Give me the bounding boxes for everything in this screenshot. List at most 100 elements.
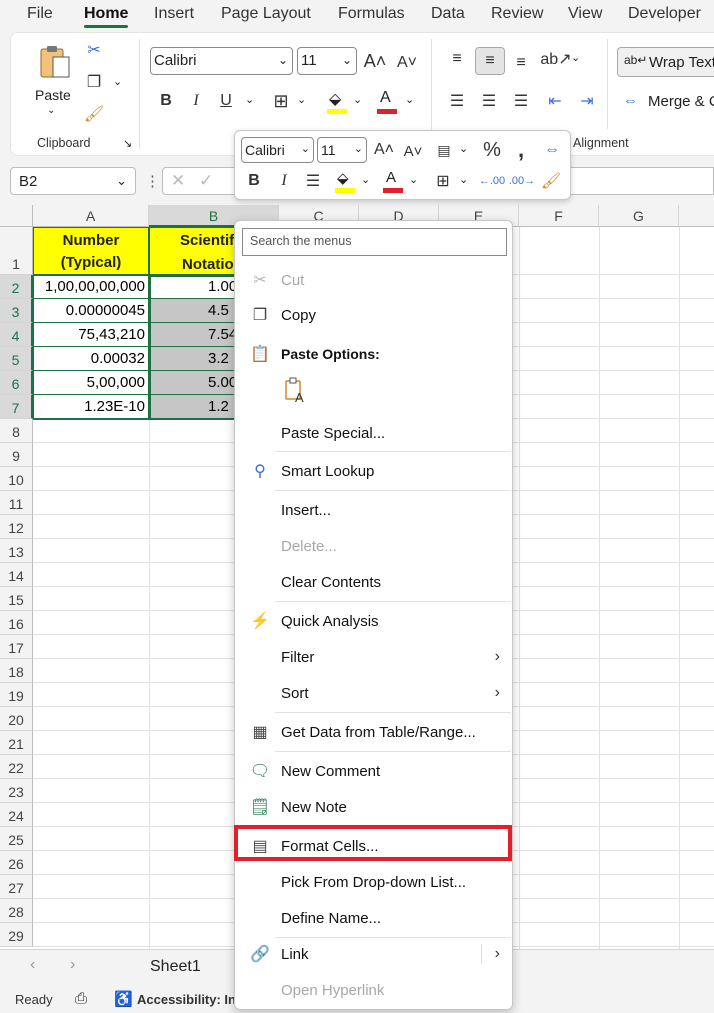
menu-item-open-hyperlink[interactable]: Open Hyperlink [235,975,512,1005]
paste-text-only-icon[interactable]: A [283,377,309,405]
underline-icon[interactable]: U [215,89,237,113]
fill-color-icon[interactable]: ⬙ [325,89,349,115]
percent-style-icon[interactable]: % [479,138,505,162]
align-left-icon[interactable]: ☰ [445,89,469,113]
row-header[interactable]: 8 [0,419,33,443]
menu-item-smart-lookup[interactable]: ⚲ Smart Lookup [235,456,512,486]
menu-item-link[interactable]: 🔗 Link › [235,939,512,969]
increase-font-size-icon[interactable]: A˄ [363,49,387,73]
font-color-icon[interactable]: A [381,169,405,195]
top-align-icon[interactable]: ≡ [445,47,469,71]
orientation-icon[interactable]: ab↗ [540,47,571,71]
menu-item-delete[interactable]: Delete... [235,531,512,561]
center-align-icon[interactable]: ☰ [301,169,325,193]
bold-icon[interactable]: B [155,89,177,113]
row-header[interactable]: 28 [0,899,33,923]
menu-item-copy[interactable]: ❐ Copy [235,300,512,330]
row-header[interactable]: 17 [0,635,33,659]
copy-dropdown-chevron-icon[interactable]: ⌄ [113,75,122,88]
more-options-icon[interactable]: ⋮ [145,172,160,190]
copy-icon[interactable]: ❐ [83,71,105,93]
row-header[interactable]: 1 [0,227,33,275]
decrease-font-size-icon[interactable]: A˅ [400,139,426,163]
menu-item-insert[interactable]: Insert... [235,495,512,525]
menu-item-new-note[interactable]: 🗒 New Note [235,792,512,822]
menu-item-cut[interactable]: ✂ Cut [235,265,512,295]
increase-decimal-icon[interactable]: ←.00 [479,169,505,193]
tab-formulas[interactable]: Formulas [338,5,405,23]
borders-icon[interactable]: ⊞ [431,169,455,193]
increase-font-size-icon[interactable]: A˄ [371,138,397,162]
row-header[interactable]: 18 [0,659,33,683]
column-header-f[interactable]: F [519,205,599,227]
tab-data[interactable]: Data [431,5,465,23]
merge-center-button[interactable]: ⇔ Merge & C [617,87,714,117]
comma-style-icon[interactable]: , [510,137,532,162]
next-sheet-icon[interactable]: › [70,956,75,974]
menu-item-define-name[interactable]: Define Name... [235,903,512,933]
decrease-indent-icon[interactable]: ⇤ [543,89,567,113]
row-header[interactable]: 21 [0,731,33,755]
column-header-h[interactable] [679,205,714,227]
row-header[interactable]: 3 [0,299,33,323]
format-painter-icon[interactable]: 🖌 [83,103,105,125]
row-header[interactable]: 16 [0,611,33,635]
font-color-icon[interactable]: A [375,89,399,115]
previous-sheet-icon[interactable]: ‹ [30,956,35,974]
select-all-corner[interactable] [0,205,33,227]
name-box[interactable]: B2 ⌄ [10,167,136,195]
menu-item-new-comment[interactable]: 🗨 New Comment [235,756,512,786]
row-header[interactable]: 15 [0,587,33,611]
paste-label[interactable]: Paste [35,87,71,103]
row-header[interactable]: 9 [0,443,33,467]
row-header[interactable]: 25 [0,827,33,851]
decrease-decimal-icon[interactable]: .00→ [509,169,535,193]
middle-align-icon[interactable]: ≡ [475,47,505,75]
format-painter-icon[interactable]: 🖌 [539,169,563,193]
tab-home[interactable]: Home [84,5,129,28]
mini-font-name-select[interactable]: Calibri ⌄ [241,137,314,163]
chevron-down-icon[interactable]: ⌄ [459,142,468,155]
paste-icon[interactable] [33,41,77,85]
menu-item-clear-contents[interactable]: Clear Contents [235,567,512,597]
chevron-down-icon[interactable]: ⌄ [297,93,306,106]
row-header[interactable]: 13 [0,539,33,563]
wrap-text-button[interactable]: ab↵ Wrap Text [617,47,714,77]
row-header[interactable]: 6 [0,371,33,395]
menu-item-quick-analysis[interactable]: ⚡ Quick Analysis [235,606,512,636]
bold-icon[interactable]: B [243,169,265,193]
row-header[interactable]: 5 [0,347,33,371]
row-header[interactable]: 19 [0,683,33,707]
borders-icon[interactable]: ⊞ [269,89,293,113]
number-format-icon[interactable]: ▤ [431,138,457,162]
font-size-select[interactable]: 11 ⌄ [297,47,357,75]
search-menus-input[interactable]: Search the menus [242,228,507,256]
chevron-down-icon[interactable]: ⌄ [459,173,468,186]
decrease-font-size-icon[interactable]: A˅ [395,51,419,75]
row-header[interactable]: 7 [0,395,33,419]
tab-developer[interactable]: Developer [628,5,701,23]
paste-dropdown-chevron-icon[interactable]: ⌄ [47,105,55,116]
chevron-down-icon[interactable]: ⌄ [405,93,414,106]
tab-page-layout[interactable]: Page Layout [221,5,311,23]
chevron-down-icon[interactable]: ⌄ [409,173,418,186]
row-header[interactable]: 26 [0,851,33,875]
accessibility-status[interactable]: Accessibility: In [137,992,236,1007]
row-header[interactable]: 4 [0,323,33,347]
chevron-down-icon[interactable]: ⌄ [361,173,370,186]
menu-item-paste-special[interactable]: Paste Special... [235,418,512,448]
merge-center-icon[interactable]: ⇔ [539,138,565,162]
tab-insert[interactable]: Insert [154,5,194,23]
menu-item-pick-dropdown[interactable]: Pick From Drop-down List... [235,867,512,897]
tab-file[interactable]: File [27,5,53,23]
chevron-down-icon[interactable]: ⌄ [571,51,580,64]
mini-font-size-select[interactable]: 11 ⌄ [317,137,367,163]
fill-color-icon[interactable]: ⬙ [333,169,357,195]
column-header-a[interactable]: A [33,205,149,227]
chevron-down-icon[interactable]: ⌄ [245,93,254,106]
sheet-tab-sheet1[interactable]: Sheet1 [150,958,201,976]
enter-icon[interactable]: ✓ [199,171,213,191]
italic-icon[interactable]: I [273,169,295,193]
cut-icon[interactable]: ✂ [83,39,105,61]
header-cell-a1[interactable]: Number (Typical) [33,227,149,275]
